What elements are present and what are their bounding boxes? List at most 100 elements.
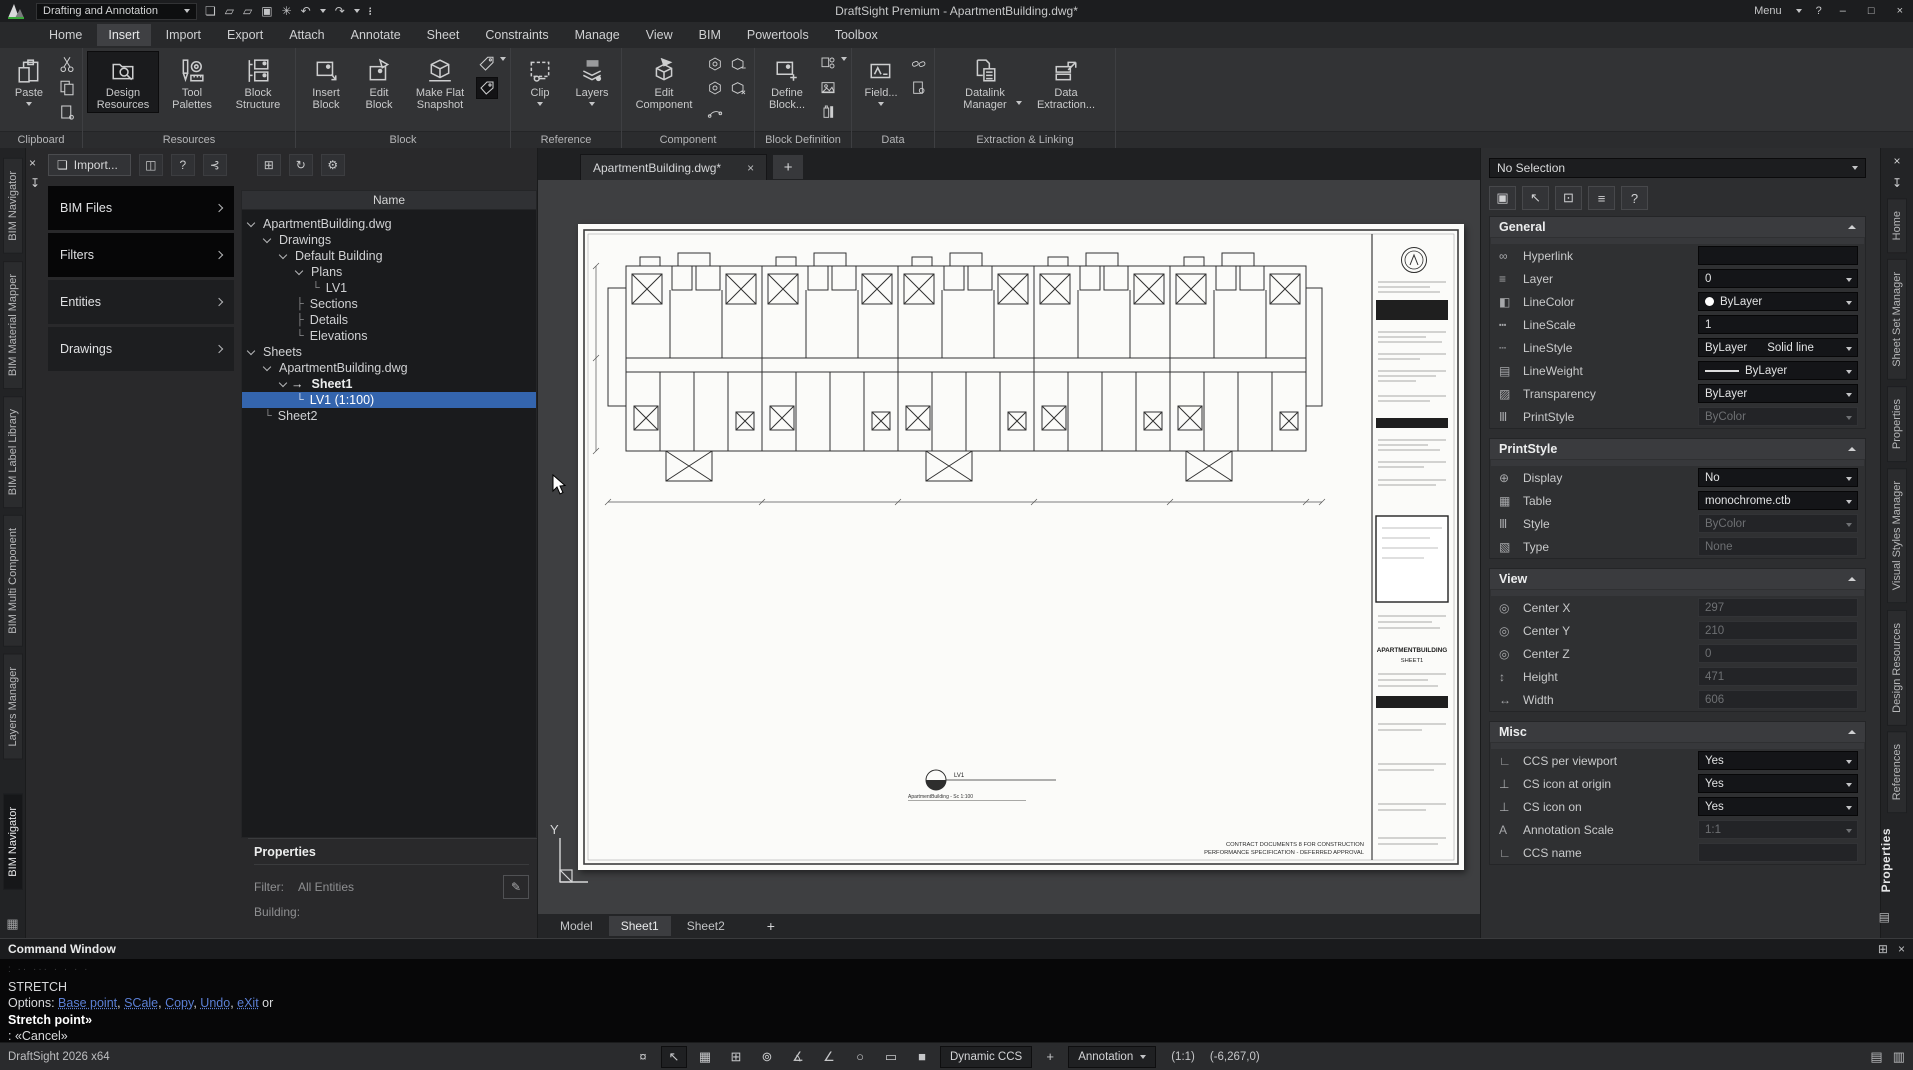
- tab-properties[interactable]: Properties: [1887, 386, 1907, 462]
- open-file-icon[interactable]: ▱: [225, 4, 234, 18]
- close-tab-icon[interactable]: ×: [747, 161, 754, 175]
- tab-design-resources[interactable]: Design Resources: [1887, 610, 1907, 726]
- chevron-down-icon[interactable]: [263, 363, 271, 371]
- collapse-icon[interactable]: [1848, 730, 1856, 734]
- minimize-button[interactable]: –: [1836, 5, 1850, 17]
- section-entities[interactable]: Entities: [48, 280, 234, 324]
- polar-guides-icon[interactable]: ⊚: [754, 1046, 780, 1068]
- print-icon[interactable]: ✳: [282, 4, 292, 18]
- design-resources-button[interactable]: Design Resources: [87, 51, 159, 113]
- option-undo[interactable]: Undo: [200, 996, 230, 1010]
- chevron-down-icon[interactable]: [279, 379, 287, 387]
- undo-dropdown-icon[interactable]: [320, 9, 326, 13]
- paste-special-icon[interactable]: [56, 101, 78, 123]
- select-matching-icon[interactable]: ▣: [1489, 186, 1516, 210]
- close-command-window-icon[interactable]: ×: [1898, 942, 1905, 956]
- section-header[interactable]: View: [1490, 569, 1865, 589]
- snap-marker-icon[interactable]: ¤: [630, 1046, 656, 1068]
- quick-select-icon[interactable]: ≡: [1588, 186, 1615, 210]
- tree-item[interactable]: └LV1: [242, 280, 536, 296]
- tree-item[interactable]: ApartmentBuilding.dwg: [242, 360, 536, 376]
- menu-powertools[interactable]: Powertools: [736, 24, 820, 46]
- workspace-selector[interactable]: Drafting and Annotation: [36, 3, 197, 20]
- maximize-button[interactable]: □: [1864, 5, 1879, 17]
- printer-status-icon[interactable]: ▤: [1870, 1049, 1882, 1065]
- new-document-tab-button[interactable]: +: [773, 155, 803, 179]
- pointer-select-icon[interactable]: ↖: [1522, 186, 1549, 210]
- redo-icon[interactable]: ↷: [335, 4, 345, 18]
- hyperlink-field[interactable]: [1698, 246, 1858, 265]
- cube-delete-icon[interactable]: [728, 77, 750, 99]
- help-button[interactable]: ?: [1816, 5, 1822, 17]
- grid-toggle-icon[interactable]: ▦: [692, 1046, 718, 1068]
- make-flat-snapshot-button[interactable]: Make Flat Snapshot: [406, 51, 474, 113]
- clip-button[interactable]: Clip: [515, 51, 565, 108]
- tree-item[interactable]: Drawings: [242, 232, 536, 248]
- tree-item[interactable]: └Elevations: [242, 328, 536, 344]
- table-dropdown[interactable]: monochrome.ctb: [1698, 491, 1858, 510]
- option-exit[interactable]: eXit: [237, 996, 259, 1010]
- component-browser-icon[interactable]: ◫: [139, 154, 163, 176]
- tab-sheet2[interactable]: Sheet2: [675, 916, 737, 936]
- menu-bim[interactable]: BIM: [688, 24, 732, 46]
- help-icon[interactable]: ?: [1621, 186, 1648, 210]
- tab-bim-navigator[interactable]: BIM Navigator: [3, 158, 23, 254]
- dynamic-ccs-button[interactable]: Dynamic CCS: [940, 1046, 1032, 1068]
- edit-component-button[interactable]: Edit Component: [626, 51, 702, 113]
- tab-model[interactable]: Model: [548, 916, 605, 936]
- tree-item[interactable]: Plans: [242, 264, 536, 280]
- undo-icon[interactable]: ↶: [301, 4, 311, 18]
- menu-button[interactable]: Menu: [1754, 5, 1782, 17]
- cs-icon-on-dropdown[interactable]: Yes: [1698, 797, 1858, 816]
- box-select-icon[interactable]: ⊡: [1555, 186, 1582, 210]
- linestyle-dropdown[interactable]: ByLayerSolid line: [1698, 338, 1858, 357]
- help-icon[interactable]: ?: [171, 154, 195, 176]
- menu-insert[interactable]: Insert: [97, 24, 150, 46]
- customize-qat-icon[interactable]: ᎒: [369, 3, 372, 19]
- add-scale-button[interactable]: +: [1037, 1046, 1063, 1068]
- panel-pin-icon[interactable]: ↧: [30, 176, 40, 190]
- tree-item[interactable]: Default Building: [242, 248, 536, 264]
- component-path-icon[interactable]: [704, 101, 726, 123]
- transparency-dropdown[interactable]: ByLayer: [1698, 384, 1858, 403]
- tab-bim-multi-component[interactable]: BIM Multi Component: [3, 515, 23, 647]
- tab-home[interactable]: Home: [1887, 198, 1907, 253]
- collapse-icon[interactable]: [1848, 447, 1856, 451]
- link-icon[interactable]: [908, 53, 930, 75]
- section-header[interactable]: PrintStyle: [1490, 439, 1865, 459]
- tree-item-sheet1[interactable]: →Sheet1: [242, 376, 536, 392]
- clip-dropdown-icon[interactable]: [537, 102, 543, 106]
- fill-mode-icon[interactable]: ■: [909, 1046, 935, 1068]
- tab-sheet-set-manager[interactable]: Sheet Set Manager: [1887, 259, 1907, 380]
- tree-item[interactable]: ApartmentBuilding.dwg: [242, 216, 536, 232]
- collapse-panel-icon[interactable]: ⊰: [203, 154, 227, 176]
- entity-snap-icon[interactable]: ∡: [785, 1046, 811, 1068]
- layers-button[interactable]: Layers: [567, 51, 617, 108]
- menu-toolbox[interactable]: Toolbox: [824, 24, 889, 46]
- menu-import[interactable]: Import: [155, 24, 212, 46]
- collapse-icon[interactable]: [1848, 577, 1856, 581]
- tab-visual-styles-manager[interactable]: Visual Styles Manager: [1887, 468, 1907, 603]
- tree-item[interactable]: ├Details: [242, 312, 536, 328]
- block-definition-dropdown-icon[interactable]: [841, 57, 847, 61]
- panel-close-icon[interactable]: ×: [29, 156, 36, 170]
- section-header[interactable]: Misc: [1490, 722, 1865, 742]
- tree-item[interactable]: ├Sections: [242, 296, 536, 312]
- add-sheet-button[interactable]: +: [759, 918, 783, 934]
- chevron-down-icon[interactable]: [263, 235, 271, 243]
- tree-item-selected[interactable]: └LV1 (1:100): [242, 392, 536, 408]
- tab-bim-material-mapper[interactable]: BIM Material Mapper: [3, 261, 23, 389]
- paste-button[interactable]: Paste: [4, 51, 54, 108]
- block-structure-button[interactable]: Block Structure: [225, 51, 291, 113]
- lineweight-dropdown[interactable]: ByLayer: [1698, 361, 1858, 380]
- cube-remove-icon[interactable]: [728, 53, 750, 75]
- insert-block-button[interactable]: Insert Block: [300, 51, 352, 113]
- menu-view[interactable]: View: [635, 24, 684, 46]
- menu-manage[interactable]: Manage: [564, 24, 631, 46]
- chevron-down-icon[interactable]: [247, 219, 255, 227]
- command-history[interactable]: : ·· ··· · · · · STRETCH Options: Base p…: [0, 959, 1913, 1048]
- tool-palettes-button[interactable]: Tool Palettes: [161, 51, 223, 113]
- block-battery-icon[interactable]: [817, 101, 839, 123]
- menu-sheet[interactable]: Sheet: [416, 24, 471, 46]
- tab-layers-manager[interactable]: Layers Manager: [3, 654, 23, 760]
